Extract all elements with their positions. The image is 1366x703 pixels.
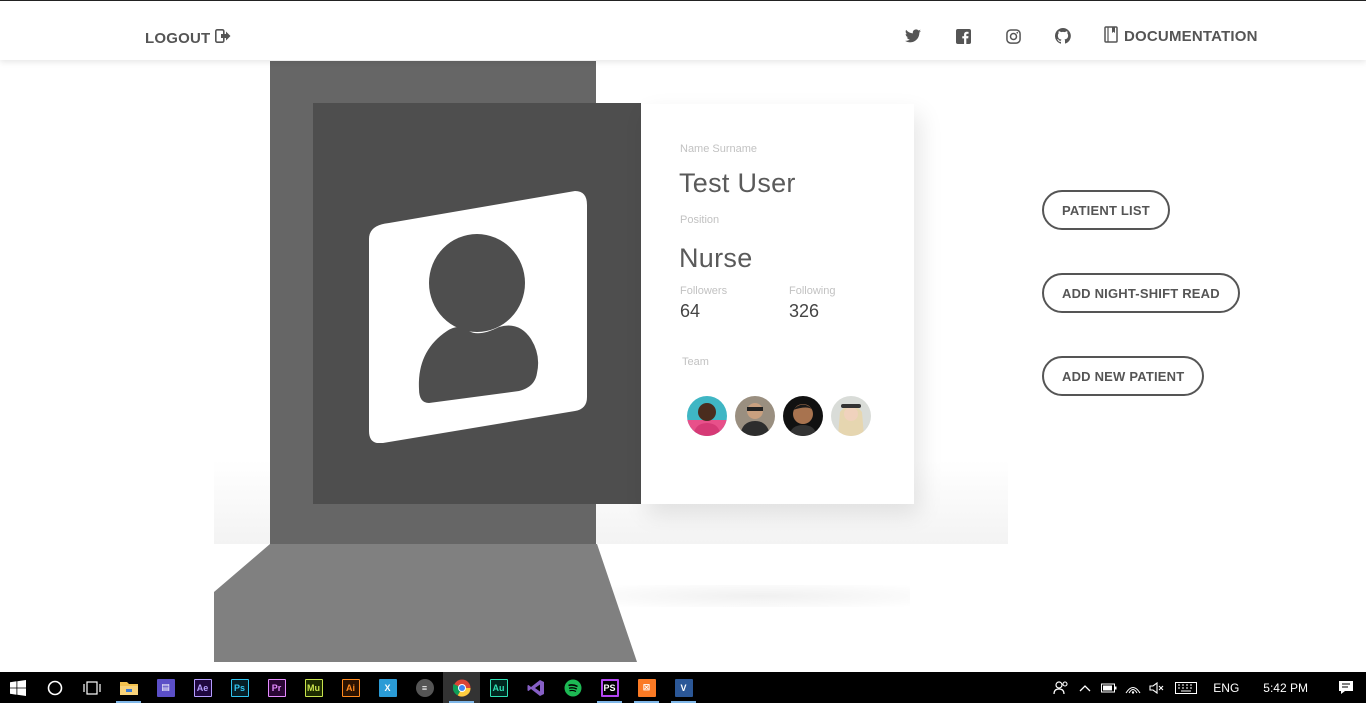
windows-start-icon[interactable] — [0, 672, 36, 703]
clock[interactable]: 5:42 PM — [1249, 681, 1326, 695]
patient-list-button[interactable]: PATIENT LIST — [1042, 190, 1170, 230]
team-member-avatar[interactable] — [831, 396, 871, 436]
audition-icon[interactable]: Au — [480, 672, 517, 703]
profile-name: Test User — [679, 168, 796, 198]
add-night-shift-read-button[interactable]: ADD NIGHT-SHIFT READ — [1042, 273, 1240, 313]
keyboard-icon[interactable] — [1169, 672, 1203, 703]
system-tray: ENG 5:42 PM — [1049, 672, 1366, 703]
volume-muted-icon[interactable] — [1145, 672, 1169, 703]
facebook-icon[interactable] — [950, 23, 976, 49]
sign-out-icon — [215, 29, 231, 47]
profile-photo-panel — [313, 103, 641, 504]
language-indicator[interactable]: ENG — [1203, 681, 1249, 695]
wifi-icon[interactable] — [1121, 672, 1145, 703]
after-effects-icon[interactable]: Ae — [184, 672, 221, 703]
team-member-avatar[interactable] — [735, 396, 775, 436]
team-member-avatar[interactable] — [687, 396, 727, 436]
vs-preview-icon[interactable]: V — [665, 672, 702, 703]
logout-label: LOGOUT — [145, 29, 211, 47]
visual-studio-icon[interactable] — [517, 672, 554, 703]
user-placeholder-icon — [369, 191, 587, 444]
premiere-icon[interactable]: Pr — [258, 672, 295, 703]
spotify-icon[interactable] — [554, 672, 591, 703]
app-icon[interactable]: ≡ — [406, 672, 443, 703]
phpstorm-icon[interactable]: PS — [591, 672, 628, 703]
background-ramp — [214, 544, 637, 662]
nav-right: DOCUMENTATION — [900, 23, 1258, 49]
muse-icon[interactable]: Mu — [295, 672, 332, 703]
xampp-icon[interactable]: ⊠ — [628, 672, 665, 703]
logout-link[interactable]: LOGOUT — [145, 29, 231, 47]
cortana-search-icon[interactable] — [36, 672, 73, 703]
top-navbar: LOGOUT DOCUMENTATION — [0, 0, 1366, 60]
illustrator-icon[interactable]: Ai — [332, 672, 369, 703]
file-explorer-icon[interactable] — [110, 672, 147, 703]
people-icon[interactable] — [1049, 672, 1073, 703]
action-center-icon[interactable] — [1326, 672, 1366, 703]
instagram-icon[interactable] — [1000, 23, 1026, 49]
profile-info-card: Name Surname Test User Position Nurse Fo… — [641, 104, 914, 504]
team-member-avatar[interactable] — [783, 396, 823, 436]
following-label: Following — [789, 285, 836, 297]
profile-position: Nurse — [679, 243, 753, 273]
task-view-icon[interactable] — [73, 672, 110, 703]
chevron-up-icon[interactable] — [1073, 672, 1097, 703]
position-label: Position — [680, 214, 720, 226]
name-label: Name Surname — [680, 143, 758, 155]
team-avatars — [687, 396, 871, 436]
vs-app-icon[interactable]: ▤ — [147, 672, 184, 703]
followers-label: Followers — [680, 285, 728, 297]
photoshop-icon[interactable]: Ps — [221, 672, 258, 703]
battery-icon[interactable] — [1097, 672, 1121, 703]
followers-count: 64 — [680, 301, 701, 321]
windows-taskbar: ▤ Ae Ps Pr Mu Ai X ≡ Au PS ⊠ V ENG 5:42 … — [0, 672, 1366, 703]
add-new-patient-button[interactable]: ADD NEW PATIENT — [1042, 356, 1205, 396]
documentation-label: DOCUMENTATION — [1124, 27, 1258, 45]
github-icon[interactable] — [1050, 23, 1076, 49]
documentation-link[interactable]: DOCUMENTATION — [1104, 25, 1258, 47]
book-icon — [1104, 25, 1118, 47]
ramp-shadow — [610, 585, 910, 607]
chrome-icon[interactable] — [443, 672, 480, 703]
xamarin-icon[interactable]: X — [369, 672, 406, 703]
following-count: 326 — [789, 301, 820, 321]
team-label: Team — [682, 356, 709, 368]
twitter-icon[interactable] — [900, 23, 926, 49]
